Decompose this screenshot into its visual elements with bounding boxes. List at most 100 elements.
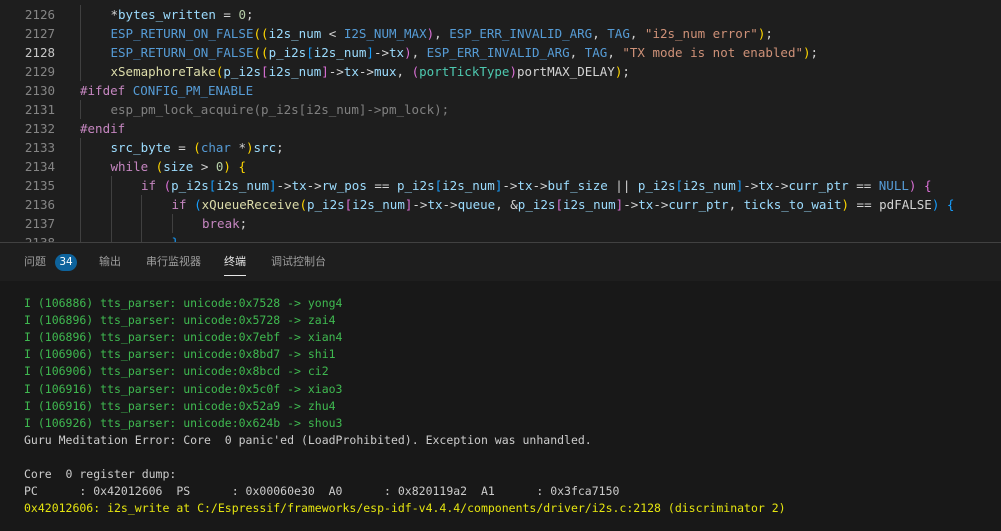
code-token: p_i2s [171, 178, 209, 193]
code-line[interactable]: 2129 xSemaphoreTake(p_i2s[i2s_num]->tx->m… [0, 62, 1001, 81]
code-token: NULL [878, 178, 909, 193]
code-token: , & [495, 197, 518, 212]
code-editor[interactable]: 2126 *bytes_written = 0; 2127 ESP_RETURN_ON… [0, 0, 1001, 242]
terminal-line: PC : 0x42012606 PS : 0x00060e30 A0 : 0x8… [24, 484, 620, 499]
code-token: -> [328, 64, 344, 79]
code-line[interactable]: 2130 #ifdef CONFIG_PM_ENABLE [0, 81, 1001, 100]
line-code: #endif [80, 119, 125, 138]
code-line[interactable]: 2136 if (xQueueReceive(p_i2s[i2s_num]->tx… [0, 195, 1001, 214]
code-token: p_i2s [307, 197, 345, 212]
terminal-line: I (106906) tts_parser: unicode:0x8bd7 ->… [24, 347, 336, 362]
line-code: if (p_i2s[i2s_num]->tx->rw_pos == p_i2s[… [141, 176, 931, 195]
code-token: portMAX_DELAY [516, 64, 615, 79]
indent-guide [141, 214, 142, 233]
code-token: mux [373, 64, 397, 79]
code-line[interactable]: 2127 ESP_RETURN_ON_FALSE((i2s_num < I2S_N… [0, 24, 1001, 43]
code-token: || [607, 178, 638, 193]
code-token: buf_size [547, 178, 608, 193]
code-token: ; [810, 45, 819, 60]
terminal-line: Guru Meditation Error: Core 0 panic'ed (… [24, 432, 592, 447]
problems-count-badge: 34 [55, 254, 77, 271]
code-token: ESP_ERR_INVALID_ARG [449, 26, 593, 41]
code-token: #ifdef [80, 83, 126, 98]
code-token: [ [434, 178, 443, 193]
tab-problems[interactable]: 问题 [24, 254, 46, 270]
tab-debug-console[interactable]: 调试控制台 [271, 254, 326, 270]
code-token: i2s_num [352, 197, 405, 212]
code-line[interactable]: 2135 if (p_i2s[i2s_num]->tx->rw_pos == p_… [0, 176, 1001, 195]
code-token: pdFALSE [879, 197, 932, 212]
code-token: ) [246, 140, 254, 155]
tab-serial-monitor[interactable]: 串行监视器 [146, 254, 201, 270]
code-line[interactable]: 2131 esp_pm_lock_acquire(p_i2s[i2s_num]->… [0, 100, 1001, 119]
indent-guide [80, 176, 81, 195]
code-token: ] [268, 178, 277, 193]
code-token: { [923, 178, 932, 193]
code-token: > [193, 159, 216, 174]
code-token: { [238, 159, 247, 174]
code-line[interactable]: 2138} [0, 233, 1001, 242]
code-token: -> [276, 178, 292, 193]
code-token: , [411, 45, 427, 60]
code-token: ) [841, 197, 850, 212]
code-token: TAG [584, 45, 608, 60]
code-token: i2s_num [216, 178, 269, 193]
code-token: ; [276, 140, 284, 155]
code-line[interactable]: 2137 break; [0, 214, 1001, 233]
code-token: ESP_RETURN_ON_FALSE [110, 26, 254, 41]
indent-guide [80, 5, 81, 24]
indent-guide [141, 233, 142, 242]
code-token: tx [291, 178, 307, 193]
code-token: } [172, 235, 180, 242]
tab-terminal[interactable]: 终端 [224, 254, 246, 276]
terminal-output[interactable]: I (106886) tts_parser: unicode:0x7528 ->… [0, 281, 1001, 531]
terminal-line: I (106896) tts_parser: unicode:0x5728 ->… [24, 313, 336, 328]
line-code: xSemaphoreTake(p_i2s[i2s_num]->tx->mux, … [111, 62, 630, 81]
code-token: "TX mode is not enabled" [622, 45, 803, 60]
code-token: while [110, 159, 149, 174]
line-number: 2135 [24, 178, 55, 193]
code-token: xSemaphoreTake [110, 64, 216, 79]
code-line[interactable]: 2132 #endif [0, 119, 1001, 138]
code-token: == [366, 178, 397, 193]
code-token: if [171, 197, 187, 212]
code-token: char [200, 140, 231, 155]
terminal-line: Core 0 register dump: [24, 467, 177, 481]
code-token: -> [653, 197, 669, 212]
line-code: while (size > 0) { [111, 157, 247, 176]
line-number: 2134 [24, 159, 55, 174]
indent-guide [80, 100, 81, 119]
line-code: ESP_RETURN_ON_FALSE((p_i2s[i2s_num]->tx)… [111, 43, 819, 62]
code-line[interactable]: 2126 *bytes_written = 0; [0, 5, 1001, 24]
code-token: ticks_to_wait [743, 197, 842, 212]
indent-guide [110, 233, 112, 242]
code-line[interactable]: 2133 src_byte = (char *)src; [0, 138, 1001, 157]
terminal-line: I (106896) tts_parser: unicode:0x7ebf ->… [24, 330, 343, 345]
code-token: , [396, 64, 412, 79]
line-code: } [172, 233, 180, 242]
code-token: -> [502, 178, 518, 193]
code-token: ; [245, 7, 254, 22]
line-number: 2129 [24, 64, 55, 79]
terminal-line: I (106916) tts_parser: unicode:0x5c0f ->… [24, 381, 343, 396]
code-token: , [592, 26, 608, 41]
code-token: i2s_num [562, 197, 616, 212]
code-token: ) [509, 64, 517, 79]
code-token: src_byte [110, 140, 171, 155]
code-token: { [946, 197, 955, 212]
tab-output[interactable]: 输出 [99, 254, 121, 270]
indent-guide [80, 157, 81, 176]
code-token: p_i2s [517, 197, 556, 212]
code-token: TAG [607, 26, 630, 41]
line-code: *bytes_written = 0; [111, 5, 254, 24]
terminal-line: 0x42012606: i2s_write at C:/Espressif/fr… [24, 501, 786, 516]
code-line[interactable]: 2134 while (size > 0) { [0, 157, 1001, 176]
code-token: ( [411, 64, 420, 79]
code-token: p_i2s [268, 45, 307, 60]
code-line[interactable]: 2128 ESP_RETURN_ON_FALSE((p_i2s[i2s_num]-… [0, 43, 1001, 62]
code-token: tx [638, 197, 654, 212]
code-token: , [607, 45, 623, 60]
code-token: (( [253, 45, 269, 60]
